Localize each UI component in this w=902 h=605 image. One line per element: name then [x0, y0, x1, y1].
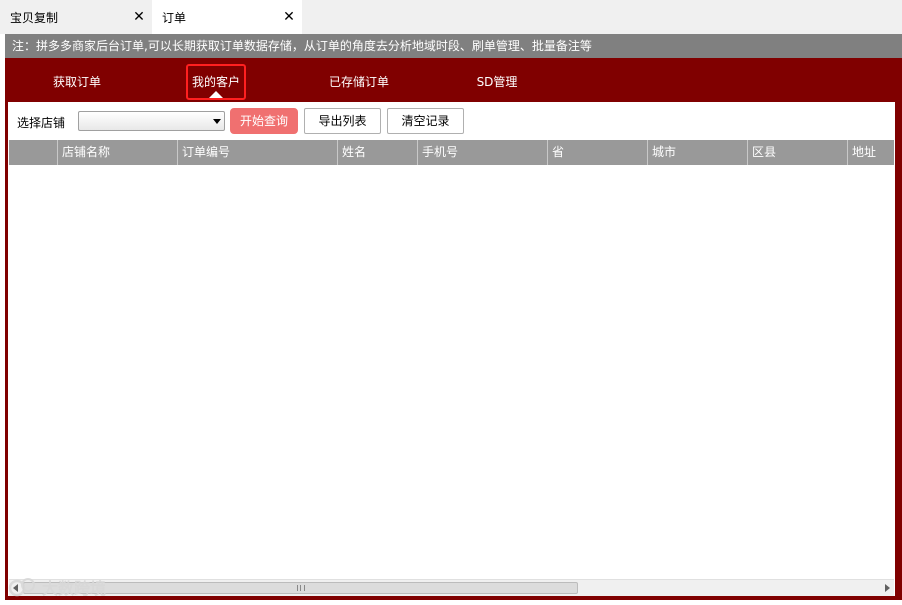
nav-label: 获取订单: [52, 75, 101, 89]
store-select[interactable]: [78, 111, 225, 131]
tab-label: 宝贝复制: [10, 10, 59, 25]
scrollbar-thumb[interactable]: [23, 582, 578, 594]
nav-label: SD管理: [476, 75, 518, 89]
nav-fetch-orders[interactable]: 获取订单: [41, 64, 113, 100]
toolbar: 选择店铺 开始查询 导出列表 清空记录: [8, 102, 895, 140]
close-icon[interactable]: ✕: [282, 10, 296, 24]
column-header-address[interactable]: 地址: [847, 140, 894, 165]
nav-sd-management[interactable]: SD管理: [467, 64, 527, 100]
export-list-button[interactable]: 导出列表: [304, 108, 381, 134]
horizontal-scrollbar[interactable]: [9, 579, 894, 596]
main-frame: 获取订单 我的客户 已存储订单 SD管理 选择店铺 开始查询 导出列表 清空记录…: [5, 58, 902, 600]
nav-my-customers[interactable]: 我的客户: [186, 64, 246, 100]
column-header-province[interactable]: 省: [547, 140, 647, 165]
notice-bar: 注：拼多多商家后台订单,可以长期获取订单数据存储，从订单的角度去分析地域时段、刷…: [5, 34, 902, 58]
arrow-right-icon[interactable]: [885, 584, 890, 592]
start-query-button[interactable]: 开始查询: [230, 108, 298, 134]
grip-icon: [297, 585, 305, 591]
column-header-order-number[interactable]: 订单编号: [177, 140, 337, 165]
watermark: 大数跨境: [8, 573, 106, 601]
column-header-district[interactable]: 区县: [747, 140, 847, 165]
column-header-select[interactable]: [9, 140, 57, 165]
tab-label: 订单: [162, 10, 187, 25]
watermark-logo-icon: [8, 578, 35, 597]
column-header-store-name[interactable]: 店铺名称: [57, 140, 177, 165]
tab-orders[interactable]: 订单 ✕: [152, 0, 302, 34]
nav-label: 已存储订单: [328, 75, 389, 89]
column-header-phone[interactable]: 手机号: [417, 140, 547, 165]
nav-label: 我的客户: [191, 75, 240, 89]
tab-bar: 宝贝复制 ✕ 订单 ✕: [0, 0, 902, 34]
table-body: [9, 165, 894, 579]
column-header-name[interactable]: 姓名: [337, 140, 417, 165]
chevron-down-icon: [213, 119, 221, 124]
tab-product-copy[interactable]: 宝贝复制 ✕: [0, 0, 152, 34]
nav-stored-orders[interactable]: 已存储订单: [319, 64, 399, 100]
close-icon[interactable]: ✕: [132, 10, 146, 24]
content-panel: 选择店铺 开始查询 导出列表 清空记录 店铺名称 订单编号 姓名 手机号 省 城…: [8, 102, 895, 596]
watermark-text: 大数跨境: [42, 579, 107, 598]
caret-up-icon: [209, 91, 223, 98]
clear-records-button[interactable]: 清空记录: [387, 108, 464, 134]
column-header-city[interactable]: 城市: [647, 140, 747, 165]
store-label: 选择店铺: [17, 116, 66, 130]
table-header: 店铺名称 订单编号 姓名 手机号 省 城市 区县 地址: [9, 140, 894, 165]
